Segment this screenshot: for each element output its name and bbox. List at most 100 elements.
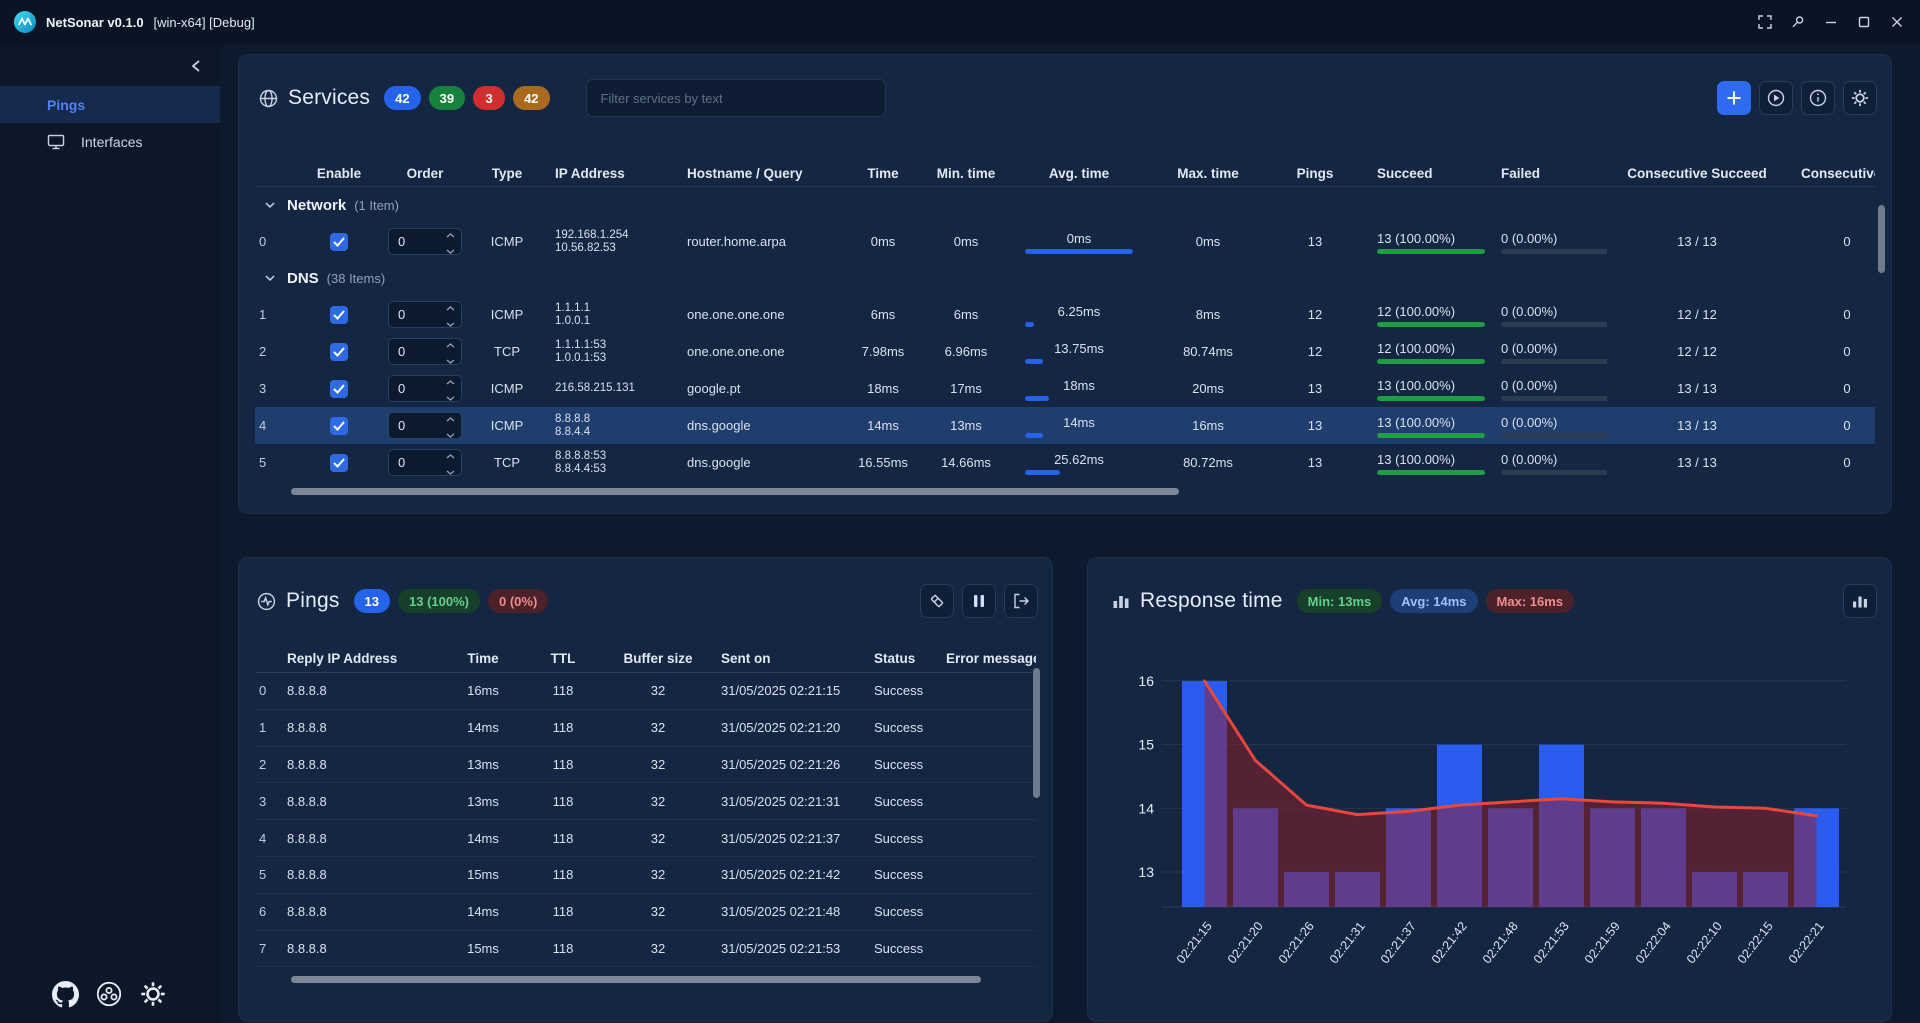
column-header[interactable]: Min. time bbox=[923, 166, 1009, 181]
community-icon[interactable] bbox=[92, 977, 126, 1011]
column-header[interactable]: Pings bbox=[1267, 166, 1363, 181]
column-header[interactable]: Time bbox=[843, 166, 923, 181]
column-header[interactable]: Max. time bbox=[1149, 166, 1267, 181]
column-header[interactable]: Status bbox=[868, 651, 938, 666]
spinner-down-icon[interactable] bbox=[446, 463, 455, 476]
run-all-button[interactable] bbox=[1759, 81, 1793, 115]
services-horizontal-scrollbar-thumb[interactable] bbox=[291, 488, 1179, 495]
failed-bar bbox=[1501, 249, 1607, 254]
column-header[interactable]: Avg. time bbox=[1009, 166, 1149, 181]
services-count-badge: 3 bbox=[473, 86, 505, 110]
spinner-down-icon[interactable] bbox=[446, 352, 455, 365]
column-header[interactable]: Type bbox=[471, 166, 543, 181]
services-settings-button[interactable] bbox=[1843, 81, 1877, 115]
maximize-button[interactable] bbox=[1849, 7, 1879, 37]
pause-pings-button[interactable] bbox=[962, 584, 996, 618]
enable-checkbox[interactable] bbox=[330, 417, 348, 435]
service-row[interactable]: 20TCP1.1.1.1:531.0.0.1:53one.one.one.one… bbox=[255, 333, 1875, 370]
add-service-button[interactable] bbox=[1717, 81, 1751, 115]
spinner-down-icon[interactable] bbox=[446, 242, 455, 255]
service-row[interactable]: 10ICMP1.1.1.11.0.0.1one.one.one.one6ms6m… bbox=[255, 296, 1875, 333]
services-vertical-scrollbar-thumb[interactable] bbox=[1878, 205, 1885, 273]
ping-row[interactable]: 38.8.8.813ms1183231/05/2025 02:21:31Succ… bbox=[255, 783, 1036, 820]
cell-hostname: one.one.one.one bbox=[665, 344, 843, 359]
service-row[interactable]: 30ICMP216.58.215.131google.pt18ms17ms18m… bbox=[255, 370, 1875, 407]
cell-failed: 0 (0.00%) bbox=[1491, 340, 1607, 364]
spinner-up-icon[interactable] bbox=[446, 412, 455, 425]
succeed-bar bbox=[1377, 396, 1485, 401]
column-header[interactable]: TTL bbox=[523, 651, 603, 666]
chart-type-button[interactable] bbox=[1843, 584, 1877, 618]
column-header[interactable]: Sent on bbox=[713, 651, 868, 666]
spinner-down-icon[interactable] bbox=[446, 426, 455, 439]
order-spinner[interactable]: 0 bbox=[388, 412, 462, 439]
column-header[interactable]: Succeed bbox=[1363, 166, 1491, 181]
pings-horizontal-scrollbar-thumb[interactable] bbox=[291, 976, 981, 983]
ping-row[interactable]: 78.8.8.815ms1183231/05/2025 02:21:53Succ… bbox=[255, 931, 1036, 968]
order-spinner[interactable]: 0 bbox=[388, 301, 462, 328]
spinner-up-icon[interactable] bbox=[446, 449, 455, 462]
order-spinner[interactable]: 0 bbox=[388, 449, 462, 476]
order-spinner[interactable]: 0 bbox=[388, 375, 462, 402]
order-spinner[interactable]: 0 bbox=[388, 228, 462, 255]
group-collapse-icon[interactable] bbox=[265, 201, 275, 209]
column-header[interactable]: IP Address bbox=[543, 166, 665, 181]
column-header[interactable]: Enable bbox=[299, 166, 379, 181]
service-group-header[interactable]: DNS(38 Items) bbox=[255, 260, 1875, 296]
column-header[interactable]: Buffer size bbox=[603, 651, 713, 666]
enable-checkbox[interactable] bbox=[330, 380, 348, 398]
services-filter-input[interactable] bbox=[586, 79, 886, 117]
enable-checkbox[interactable] bbox=[330, 343, 348, 361]
spinner-down-icon[interactable] bbox=[446, 315, 455, 328]
enable-checkbox[interactable] bbox=[330, 454, 348, 472]
group-collapse-icon[interactable] bbox=[265, 274, 275, 282]
service-group-header[interactable]: Network(1 Item) bbox=[255, 187, 1875, 223]
service-row[interactable]: 00ICMP192.168.1.25410.56.82.53router.hom… bbox=[255, 223, 1875, 260]
service-row[interactable]: 40ICMP8.8.8.88.8.4.4dns.google14ms13ms14… bbox=[255, 407, 1875, 444]
failed-bar bbox=[1501, 322, 1607, 327]
ping-row[interactable]: 48.8.8.814ms1183231/05/2025 02:21:37Succ… bbox=[255, 820, 1036, 857]
succeed-bar bbox=[1377, 470, 1485, 475]
spinner-down-icon[interactable] bbox=[446, 389, 455, 402]
spinner-up-icon[interactable] bbox=[446, 375, 455, 388]
column-header[interactable]: Time bbox=[443, 651, 523, 666]
column-header[interactable]: Hostname / Query bbox=[665, 166, 843, 181]
enable-checkbox[interactable] bbox=[330, 233, 348, 251]
enable-checkbox[interactable] bbox=[330, 306, 348, 324]
minimize-button[interactable] bbox=[1816, 7, 1846, 37]
ping-row[interactable]: 68.8.8.814ms1183231/05/2025 02:21:48Succ… bbox=[255, 894, 1036, 931]
cell-time: 14ms bbox=[843, 418, 923, 433]
spinner-up-icon[interactable] bbox=[446, 338, 455, 351]
column-header[interactable]: Consecutive Succeed bbox=[1607, 166, 1787, 181]
cell-reply-ip: 8.8.8.8 bbox=[285, 831, 443, 846]
info-button[interactable] bbox=[1801, 81, 1835, 115]
order-spinner[interactable]: 0 bbox=[388, 338, 462, 365]
sidebar-collapse-button[interactable] bbox=[182, 52, 210, 80]
settings-gear-icon[interactable] bbox=[136, 977, 170, 1011]
expand-window-button[interactable] bbox=[1750, 7, 1780, 37]
sidebar-item-pings[interactable]: Pings bbox=[0, 86, 220, 123]
service-row[interactable]: 50TCP8.8.8.8:538.8.4.4:53dns.google16.55… bbox=[255, 444, 1875, 481]
sidebar-item-interfaces[interactable]: Interfaces bbox=[0, 123, 220, 160]
services-count-badge: 42 bbox=[513, 86, 549, 110]
ping-row[interactable]: 58.8.8.815ms1183231/05/2025 02:21:42Succ… bbox=[255, 857, 1036, 894]
ping-row[interactable]: 18.8.8.814ms1183231/05/2025 02:21:20Succ… bbox=[255, 710, 1036, 747]
clear-pings-button[interactable] bbox=[920, 584, 954, 618]
column-header[interactable]: Error message bbox=[938, 651, 1036, 666]
ping-row[interactable]: 28.8.8.813ms1183231/05/2025 02:21:26Succ… bbox=[255, 747, 1036, 784]
cell-hostname: router.home.arpa bbox=[665, 234, 843, 249]
github-icon[interactable] bbox=[48, 977, 82, 1011]
column-header[interactable]: Order bbox=[379, 166, 471, 181]
column-header[interactable]: Failed bbox=[1491, 166, 1607, 181]
pin-window-button[interactable] bbox=[1783, 7, 1813, 37]
cell-type: ICMP bbox=[471, 307, 543, 322]
globe-icon bbox=[259, 89, 278, 108]
spinner-up-icon[interactable] bbox=[446, 228, 455, 241]
close-button[interactable] bbox=[1882, 7, 1912, 37]
pings-vertical-scrollbar-thumb[interactable] bbox=[1033, 668, 1040, 798]
ping-row[interactable]: 08.8.8.816ms1183231/05/2025 02:21:15Succ… bbox=[255, 673, 1036, 710]
spinner-up-icon[interactable] bbox=[446, 301, 455, 314]
column-header[interactable]: Reply IP Address bbox=[285, 651, 443, 666]
column-header[interactable]: Consecutive bbox=[1787, 166, 1875, 181]
export-pings-button[interactable] bbox=[1004, 584, 1038, 618]
